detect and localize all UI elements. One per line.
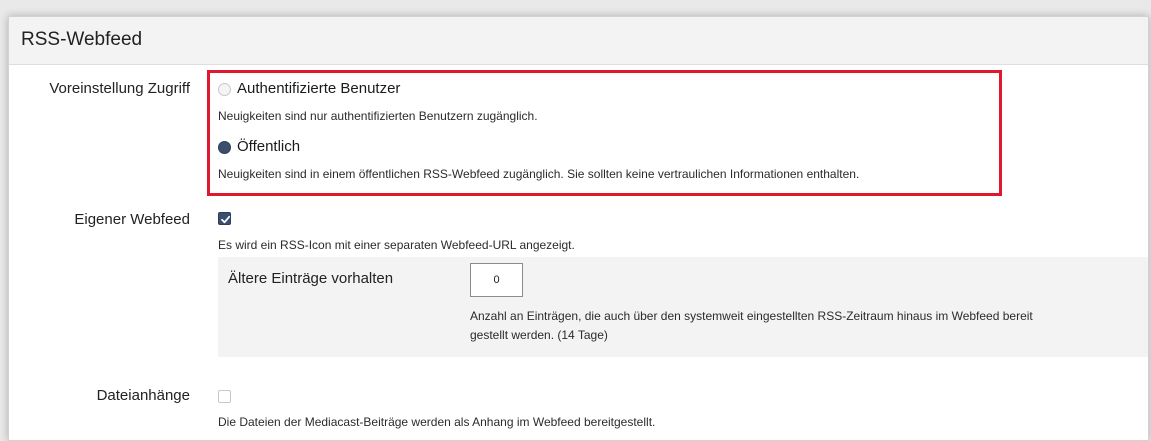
section-title: RSS-Webfeed [21, 29, 143, 50]
attachments-checkbox[interactable] [218, 390, 231, 403]
section-header: RSS-Webfeed [9, 17, 1148, 65]
own-feed-label: Eigener Webfeed [74, 211, 190, 228]
older-entries-info-line1: Anzahl an Einträgen, die auch über den s… [470, 309, 1033, 323]
older-entries-label: Ältere Einträge vorhalten [228, 270, 394, 287]
checkmark-icon [221, 215, 231, 224]
attachments-info: Die Dateien der Mediacast-Beiträge werde… [218, 415, 656, 429]
attachments-label: Dateianhänge [96, 387, 190, 404]
older-entries-input[interactable]: 0 [470, 263, 523, 297]
own-feed-info: Es wird ein RSS-Icon mit einer separaten… [218, 238, 575, 252]
access-label: Voreinstellung Zugriff [49, 80, 190, 97]
rss-webfeed-panel: RSS-Webfeed Voreinstellung Zugriff Authe… [8, 16, 1149, 441]
highlight-frame [207, 70, 1002, 196]
own-feed-checkbox[interactable] [218, 212, 231, 225]
older-entries-info-line2: gestellt werden. (14 Tage) [470, 328, 608, 342]
